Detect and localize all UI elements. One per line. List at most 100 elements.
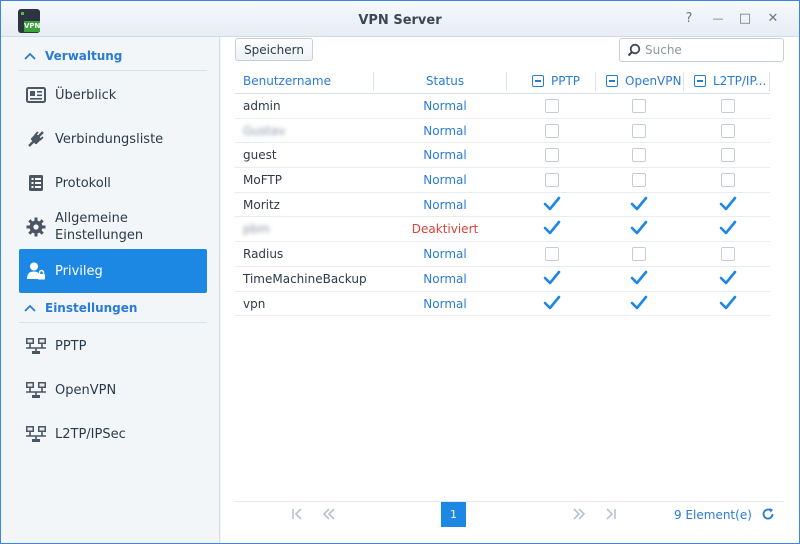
column-header-l2tp[interactable]: L2TP/IP...: [694, 69, 766, 93]
pptp-checkbox[interactable]: [543, 295, 561, 311]
current-page-button[interactable]: 1: [441, 502, 466, 527]
l2tp-checkbox[interactable]: [721, 173, 735, 188]
select-all-pptp-checkbox[interactable]: [532, 75, 544, 87]
sidebar-item-connection-list[interactable]: Verbindungsliste: [19, 117, 207, 161]
table-row[interactable]: Gustav Normal: [235, 119, 770, 144]
pptp-checkbox[interactable]: [545, 99, 559, 113]
table-body: admin Normal Gustav Normal guest Normal MoFTP N…: [235, 94, 770, 317]
last-page-icon[interactable]: [603, 507, 619, 523]
select-all-l2tp-checkbox[interactable]: [694, 75, 706, 87]
openvpn-checkbox[interactable]: [632, 123, 646, 138]
table-row[interactable]: guest Normal: [235, 143, 770, 169]
overview-icon: [25, 84, 47, 106]
openvpn-checkbox[interactable]: [632, 99, 646, 113]
first-page-icon[interactable]: [289, 507, 305, 523]
column-header-pptp[interactable]: PPTP: [532, 69, 580, 93]
pptp-checkbox[interactable]: [543, 196, 561, 212]
previous-page-icon[interactable]: [321, 507, 337, 523]
sidebar-item-pptp[interactable]: PPTP: [19, 324, 207, 368]
openvpn-checkbox[interactable]: [630, 221, 648, 236]
sidebar-item-openvpn[interactable]: OpenVPN: [19, 368, 207, 412]
l2tp-checkbox[interactable]: [721, 148, 735, 163]
pptp-checkbox[interactable]: [545, 148, 559, 163]
l2tp-checkbox[interactable]: [719, 270, 737, 286]
openvpn-checkbox[interactable]: [632, 173, 646, 188]
openvpn-checkbox[interactable]: [630, 196, 648, 212]
username-cell: guest: [243, 148, 277, 163]
maximize-icon[interactable]: □: [738, 12, 752, 26]
pptp-checkbox[interactable]: [543, 221, 561, 236]
l2tp-checkbox[interactable]: [719, 196, 737, 212]
minimize-icon[interactable]: —: [711, 12, 725, 26]
l2tp-checkbox[interactable]: [719, 295, 737, 311]
openvpn-checkbox[interactable]: [632, 148, 646, 163]
username-cell: Radius: [243, 247, 284, 262]
privilege-table: Benutzername Status PPTP OpenVPN L2TP/IP…: [235, 69, 770, 317]
search-input[interactable]: [645, 42, 775, 58]
next-page-icon[interactable]: [571, 507, 587, 523]
pptp-checkbox[interactable]: [545, 247, 559, 262]
pptp-checkbox[interactable]: [545, 123, 559, 138]
table-row[interactable]: MoFTP Normal: [235, 168, 770, 193]
sidebar-item-label: Privileg: [55, 263, 103, 279]
select-all-openvpn-checkbox[interactable]: [606, 75, 618, 87]
chevron-up-icon: [23, 293, 37, 323]
title-bar[interactable]: VPN VPN Server ? — □ ✕: [1, 1, 799, 37]
main-panel: Speichern Benutzername Status PPTP OpenV…: [221, 37, 799, 543]
openvpn-checkbox[interactable]: [630, 295, 648, 311]
sidebar-item-label: OpenVPN: [55, 382, 117, 398]
save-button[interactable]: Speichern: [235, 38, 313, 61]
openvpn-checkbox[interactable]: [630, 270, 648, 286]
table-row[interactable]: Moritz Normal: [235, 193, 770, 218]
sidebar-item-overview[interactable]: Überblick: [19, 73, 207, 117]
pptp-checkbox[interactable]: [543, 270, 561, 286]
sidebar-item-label: Protokoll: [55, 175, 111, 191]
section-einstellungen[interactable]: Einstellungen: [19, 293, 207, 323]
l2tp-checkbox[interactable]: [721, 247, 735, 262]
l2tp-checkbox[interactable]: [721, 123, 735, 138]
table-row[interactable]: pbm Deaktiviert: [235, 217, 770, 243]
pptp-checkbox[interactable]: [545, 173, 559, 188]
column-header-openvpn[interactable]: OpenVPN: [606, 69, 681, 93]
sidebar-item-l2tp-ipsec[interactable]: L2TP/IPSec: [19, 412, 207, 456]
username-cell: admin: [243, 99, 281, 113]
table-row[interactable]: TimeMachineBackup Normal: [235, 267, 770, 292]
l2tp-checkbox[interactable]: [719, 221, 737, 236]
sidebar: Verwaltung Überblick Verbindungsliste Pr…: [1, 37, 220, 543]
sidebar-item-log[interactable]: Protokoll: [19, 161, 207, 205]
sidebar-item-label-line2: Einstellungen: [55, 228, 144, 243]
openvpn-checkbox[interactable]: [632, 247, 646, 262]
close-icon[interactable]: ✕: [766, 12, 780, 26]
log-icon: [25, 172, 47, 194]
network-icon: [25, 379, 47, 401]
help-icon[interactable]: ?: [682, 12, 696, 26]
sidebar-item-label-line1: Allgemeine: [55, 211, 128, 226]
sidebar-item-general-settings[interactable]: Allgemeine Einstellungen: [19, 205, 207, 249]
status-cell: Normal: [423, 148, 467, 163]
sidebar-item-privilege[interactable]: Privileg: [19, 249, 207, 293]
username-cell: TimeMachineBackup: [243, 271, 367, 286]
status-cell: Normal: [423, 123, 467, 138]
network-icon: [25, 423, 47, 445]
section-verwaltung[interactable]: Verwaltung: [19, 41, 207, 71]
status-cell: Normal: [423, 296, 467, 311]
sidebar-item-label: PPTP: [55, 338, 87, 354]
l2tp-checkbox[interactable]: [721, 99, 735, 113]
table-row[interactable]: vpn Normal: [235, 292, 770, 317]
table-row[interactable]: admin Normal: [235, 94, 770, 119]
refresh-icon[interactable]: [761, 507, 777, 523]
window-title: VPN Server: [358, 13, 442, 28]
search-box[interactable]: [619, 38, 784, 62]
column-header-username[interactable]: Benutzername: [243, 69, 331, 93]
table-row[interactable]: Radius Normal: [235, 242, 770, 267]
username-cell: vpn: [243, 296, 266, 311]
gear-icon: [25, 216, 47, 238]
username-cell: MoFTP: [243, 173, 282, 188]
network-icon: [25, 335, 47, 357]
username-cell: Moritz: [243, 197, 280, 212]
pagination-bar: 1 9 Element(e): [235, 501, 784, 527]
status-cell: Normal: [423, 271, 467, 286]
sidebar-item-label: L2TP/IPSec: [55, 426, 126, 442]
status-cell: Deaktiviert: [411, 222, 479, 237]
column-header-status[interactable]: Status: [385, 69, 505, 93]
